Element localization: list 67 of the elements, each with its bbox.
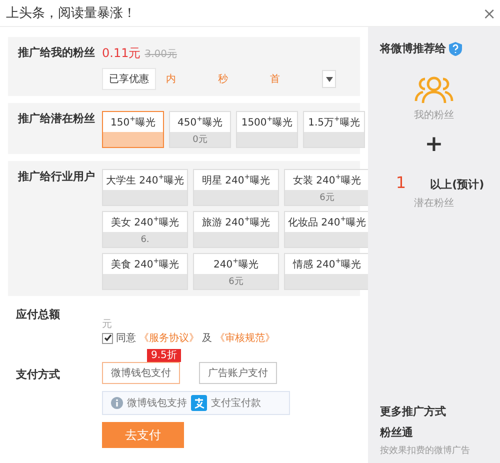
plus-sign: + (424, 132, 444, 157)
option-title: 240$^{+}$曝光 (214, 256, 258, 272)
agree-text: 同意 (116, 332, 136, 345)
option-card[interactable]: 情感 240$^{+}$曝光 (284, 253, 370, 290)
option-card[interactable]: 美女 240$^{+}$曝光 6. (102, 211, 188, 248)
price-text: 0.11元 (102, 45, 141, 62)
help-icon (449, 42, 462, 56)
option-price: 6. (140, 234, 150, 244)
potential-fans-label: 潜在粉丝 (414, 196, 454, 210)
option-title: 大学生 240$^{+}$曝光 (106, 172, 184, 188)
fan-count: 1 (396, 173, 406, 192)
field-label: 支付方式 (15, 367, 61, 383)
info-icon (111, 397, 123, 409)
dialog-title: 上头条，阅读量暴涨！ (6, 5, 136, 22)
option-card[interactable]: 女装 240$^{+}$曝光 6元 (284, 169, 370, 206)
currency-text: 元 (102, 318, 112, 331)
discount-badge: 9.5折 (147, 349, 181, 362)
sidebar-title: 将微博推荐给 (380, 41, 446, 56)
old-price-text: 3.00元 (144, 48, 177, 61)
promo-text: 首 (270, 73, 281, 86)
option-card[interactable]: 1.5万$^{+}$曝光 (303, 111, 365, 148)
people-icon (413, 76, 455, 104)
option-card[interactable]: 化妆品 240$^{+}$曝光 (284, 211, 370, 248)
option-title: 1500$^{+}$曝光 (241, 114, 293, 130)
option-price: 6元 (320, 192, 334, 204)
option-title: 化妆品 240$^{+}$曝光 (288, 214, 366, 230)
section-label: 推广给潜在粉丝 (18, 111, 96, 127)
option-card[interactable]: 1500$^{+}$曝光 (236, 111, 298, 148)
option-title: 1.5万$^{+}$曝光 (308, 114, 360, 130)
option-card[interactable]: 240$^{+}$曝光 6元 (193, 253, 279, 290)
fan-count-suffix: 以上(预计) (430, 177, 484, 192)
option-title: 旅游 240$^{+}$曝光 (202, 214, 270, 230)
agree-checkbox[interactable] (102, 332, 113, 344)
field-label: 应付总额 (14, 307, 61, 322)
option-title: 美女 240$^{+}$曝光 (110, 214, 180, 230)
close-button[interactable]: × (482, 4, 496, 22)
option-card[interactable]: 450$^{+}$曝光 0元 (169, 111, 231, 148)
option-card[interactable]: 美食 240$^{+}$曝光 (102, 253, 188, 290)
more-item-desc: 按效果扣费的微博广告 (380, 444, 471, 457)
option-title: 美食 240$^{+}$曝光 (110, 256, 180, 272)
info-text: 支付宝付款 (211, 396, 261, 410)
caret-icon (326, 76, 332, 82)
option-card[interactable]: 旅游 240$^{+}$曝光 (193, 211, 279, 248)
option-title: 450$^{+}$曝光 (178, 114, 222, 130)
payment-method-button[interactable]: 微博钱包支付 (102, 362, 180, 384)
promo-text: 内 (166, 72, 177, 86)
section-label: 推广给行业用户 (18, 169, 96, 185)
option-card[interactable]: 150$^{+}$曝光 (102, 111, 164, 148)
option-title: 明星 240$^{+}$曝光 (202, 172, 270, 188)
section-label: 推广给我的粉丝 (18, 45, 96, 61)
option-title: 150$^{+}$曝光 (110, 114, 156, 130)
option-card[interactable]: 大学生 240$^{+}$曝光 (102, 169, 188, 206)
more-item-title: 粉丝通 (380, 425, 414, 440)
more-title: 更多推广方式 (380, 404, 447, 419)
conjunction-text: 及 (202, 332, 212, 345)
my-fans-label: 我的粉丝 (414, 108, 454, 122)
payment-logo-icon (191, 395, 207, 411)
dropdown-button[interactable] (322, 70, 336, 88)
payment-method-button[interactable]: 广告账户支付 (198, 362, 277, 384)
option-title: 情感 240$^{+}$曝光 (292, 256, 362, 272)
info-text: 微博钱包支持 (127, 396, 187, 410)
discount-tag: 已享优惠 (102, 68, 156, 90)
option-price: 6元 (228, 276, 244, 288)
promo-text: 秒 (218, 72, 229, 86)
option-title: 女装 240$^{+}$曝光 (292, 172, 362, 188)
option-card[interactable]: 明星 240$^{+}$曝光 (193, 169, 279, 206)
option-price: 0元 (192, 134, 208, 146)
